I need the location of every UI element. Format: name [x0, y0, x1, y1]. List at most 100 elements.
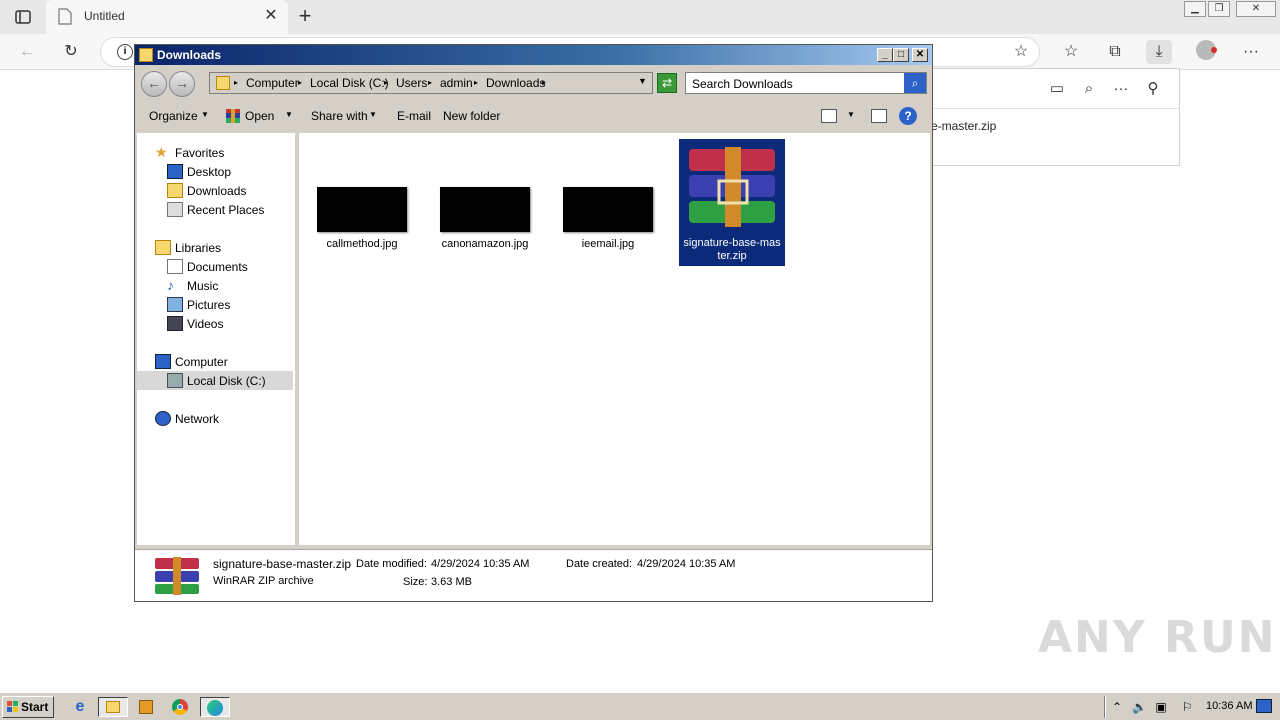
videos-icon: [167, 316, 183, 331]
detail-file-type: WinRAR ZIP archive: [213, 575, 314, 587]
file-item[interactable]: ieemail.jpg: [555, 139, 661, 267]
nav-videos[interactable]: Videos: [137, 314, 293, 333]
chevron-down-icon[interactable]: ▼: [201, 110, 209, 119]
internet-explorer-icon[interactable]: e: [70, 697, 90, 717]
download-item-name[interactable]: e-master.zip: [931, 119, 996, 133]
file-view: callmethod.jpg canonamazon.jpg ieemail.j…: [299, 133, 930, 545]
favorites-icon[interactable]: ☆: [1058, 40, 1084, 64]
nav-pictures[interactable]: Pictures: [137, 295, 293, 314]
explorer-taskbar-icon[interactable]: [98, 697, 128, 717]
add-favorite-icon[interactable]: ☆: [1008, 40, 1034, 64]
chevron-right-icon[interactable]: ▸: [384, 76, 388, 90]
email-button[interactable]: E-mail: [397, 109, 431, 123]
search-input[interactable]: Search Downloads ⌕: [685, 72, 927, 94]
open-folder-icon[interactable]: ▭: [1047, 79, 1067, 99]
details-pane: signature-base-master.zip WinRAR ZIP arc…: [135, 549, 932, 601]
nav-desktop[interactable]: Desktop: [137, 162, 293, 181]
change-view-icon[interactable]: [821, 109, 837, 123]
new-folder-button[interactable]: New folder: [443, 109, 500, 123]
nav-local-disk[interactable]: Local Disk (C:): [137, 371, 293, 390]
chrome-icon[interactable]: [170, 697, 190, 717]
file-name: canonamazon.jpg: [441, 238, 529, 250]
chevron-right-icon[interactable]: ▸: [542, 76, 546, 90]
network-tray-icon[interactable]: ▣: [1154, 700, 1168, 714]
more-options-icon[interactable]: ···: [1111, 79, 1131, 99]
documents-icon: [167, 259, 183, 274]
show-desktop-icon[interactable]: [1256, 699, 1272, 713]
edge-taskbar-icon[interactable]: [200, 697, 230, 717]
winrar-archive-icon: [155, 557, 199, 595]
taskbar: Start e ⌃ 🔈 ▣ ⚐ 10:36 AM: [0, 692, 1280, 720]
chevron-right-icon[interactable]: ▸: [234, 76, 238, 90]
browser-close-button[interactable]: ✕: [1236, 1, 1276, 17]
nav-network[interactable]: Network: [137, 409, 293, 428]
collections-icon[interactable]: ⧉: [1102, 40, 1128, 64]
chevron-down-icon[interactable]: ▼: [847, 110, 855, 119]
nav-favorites[interactable]: ★ Favorites: [137, 143, 293, 162]
address-dropdown-icon[interactable]: ▼: [638, 76, 647, 86]
back-arrow-icon[interactable]: ←: [14, 40, 40, 64]
file-name: callmethod.jpg: [326, 238, 398, 250]
explorer-window: Downloads _ □ ✕ ← → ▸ Computer ▸ Local D…: [134, 44, 933, 602]
nav-downloads[interactable]: Downloads: [137, 181, 293, 200]
show-hidden-icons-icon[interactable]: ⌃: [1110, 700, 1124, 714]
breadcrumb-users[interactable]: Users: [396, 76, 427, 90]
minimize-button[interactable]: _: [877, 48, 893, 62]
nav-libraries[interactable]: Libraries: [137, 238, 293, 257]
recent-places-icon: [167, 202, 183, 217]
open-button[interactable]: Open: [245, 109, 274, 123]
breadcrumb-downloads[interactable]: Downloads: [486, 76, 545, 90]
detail-date-created-label: Date created:: [566, 558, 633, 570]
refresh-icon[interactable]: ↻: [58, 40, 84, 64]
forward-button[interactable]: →: [169, 71, 195, 97]
chevron-right-icon[interactable]: ▸: [298, 76, 302, 90]
file-item-selected[interactable]: signature-base-mas ter.zip: [679, 139, 785, 266]
action-center-flag-icon[interactable]: ⚐: [1180, 700, 1194, 714]
browser-minimize-button[interactable]: ▁: [1184, 1, 1206, 17]
help-icon[interactable]: ?: [899, 107, 917, 125]
maximize-button[interactable]: □: [893, 48, 909, 62]
search-icon[interactable]: ⌕: [1079, 79, 1099, 99]
breadcrumb-computer[interactable]: Computer: [246, 76, 299, 90]
refresh-button[interactable]: ⇄: [657, 73, 677, 93]
image-thumbnail: [440, 187, 530, 232]
volume-icon[interactable]: 🔈: [1132, 700, 1147, 714]
more-menu-icon[interactable]: ···: [1238, 40, 1264, 64]
new-tab-button[interactable]: +: [294, 5, 316, 27]
browser-tab[interactable]: Untitled ✕: [46, 0, 288, 34]
nav-computer[interactable]: Computer: [137, 352, 293, 371]
start-button[interactable]: Start: [2, 696, 54, 718]
chevron-down-icon[interactable]: ▼: [285, 110, 293, 119]
breadcrumb-local-disk[interactable]: Local Disk (C:): [310, 76, 389, 90]
chevron-down-icon[interactable]: ▼: [369, 110, 377, 119]
downloads-icon[interactable]: ⤓: [1146, 40, 1172, 64]
file-name: signature-base-mas ter.zip: [683, 237, 781, 262]
navigation-pane: ★ Favorites Desktop Downloads Recent Pla…: [137, 133, 295, 545]
search-icon[interactable]: ⌕: [904, 73, 926, 93]
explorer-title-bar[interactable]: Downloads _ □ ✕: [135, 45, 932, 65]
preview-pane-icon[interactable]: [871, 109, 887, 123]
browser-restore-button[interactable]: ❐: [1208, 1, 1230, 17]
breadcrumb-admin[interactable]: admin: [440, 76, 473, 90]
tab-actions-icon[interactable]: [14, 8, 32, 26]
breadcrumb[interactable]: ▸ Computer ▸ Local Disk (C:) ▸ Users ▸ a…: [209, 72, 653, 94]
file-item[interactable]: canonamazon.jpg: [432, 139, 538, 267]
tab-close-icon[interactable]: ✕: [262, 7, 280, 25]
close-button[interactable]: ✕: [912, 48, 928, 62]
chevron-right-icon[interactable]: ▸: [474, 76, 478, 90]
nav-music[interactable]: ♪ Music: [137, 276, 293, 295]
site-info-icon[interactable]: i: [117, 44, 133, 60]
pin-icon[interactable]: ⚲: [1143, 79, 1163, 99]
system-clock[interactable]: 10:36 AM: [1206, 700, 1252, 712]
back-button[interactable]: ←: [141, 71, 167, 97]
chevron-right-icon[interactable]: ▸: [428, 76, 432, 90]
watermark-logo: ANY RUN: [1038, 612, 1277, 663]
nav-documents[interactable]: Documents: [137, 257, 293, 276]
address-row: ← → ▸ Computer ▸ Local Disk (C:) ▸ Users…: [135, 67, 932, 99]
image-thumbnail: [317, 187, 407, 232]
organize-button[interactable]: Organize: [149, 109, 198, 123]
share-with-button[interactable]: Share with: [311, 109, 368, 123]
media-player-icon[interactable]: [136, 697, 156, 717]
nav-recent-places[interactable]: Recent Places: [137, 200, 293, 219]
file-item[interactable]: callmethod.jpg: [309, 139, 415, 267]
